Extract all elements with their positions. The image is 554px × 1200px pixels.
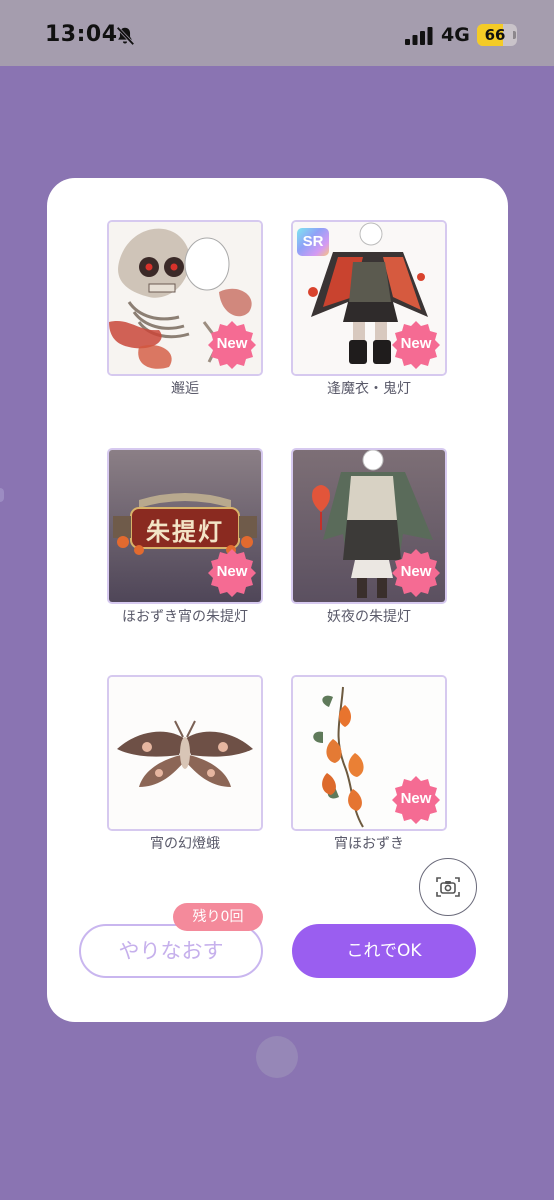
item-card[interactable]: SR New 逢魔衣・鬼灯 [291, 220, 447, 401]
new-badge: New [206, 547, 258, 599]
item-thumbnail: SR New [291, 220, 447, 376]
camera-capture-icon [436, 877, 460, 897]
battery-cap [513, 31, 516, 39]
retry-button[interactable]: やりなおす [79, 924, 263, 978]
item-card[interactable]: New 妖夜の朱提灯 [291, 448, 447, 629]
new-badge: New [390, 547, 442, 599]
cellular-signal-icon [405, 27, 433, 45]
network-type: 4G [441, 24, 470, 46]
item-label: 妖夜の朱提灯 [327, 609, 411, 625]
item-card[interactable]: New 宵ほおずき [291, 675, 447, 856]
new-badge-label: New [400, 563, 432, 580]
item-label: ほおずき宵の朱提灯 [122, 609, 248, 625]
new-badge-label: New [400, 335, 432, 352]
floating-home-button[interactable] [256, 1036, 298, 1078]
new-badge: New [206, 319, 258, 371]
item-thumbnail: New [107, 220, 263, 376]
status-bar: 13:04 4G 66 [0, 0, 554, 66]
item-thumbnail: 朱提灯 New [107, 448, 263, 604]
item-label: 宵ほおずき [334, 836, 404, 852]
item-label: 宵の幻燈蛾 [150, 836, 220, 852]
bell-slash-icon [116, 26, 135, 46]
remaining-count-badge: 残り0回 [173, 903, 263, 931]
lantern-sign-text: 朱提灯 [146, 517, 224, 546]
new-badge: New [390, 774, 442, 826]
new-badge-label: New [400, 790, 432, 807]
new-badge-label: New [216, 335, 248, 352]
moth-illustration [109, 677, 261, 829]
new-badge-label: New [216, 563, 248, 580]
item-card[interactable]: 朱提灯 New ほおずき宵の朱提灯 [107, 448, 263, 629]
confirm-button[interactable]: これでOK [292, 924, 476, 978]
item-card[interactable]: 宵の幻燈蛾 [107, 675, 263, 856]
status-time: 13:04 [45, 22, 118, 47]
item-thumbnail [107, 675, 263, 831]
battery-indicator: 66 [477, 24, 517, 46]
result-dialog: New 邂逅 SR New 逢魔衣・鬼灯 朱提灯 New ほおずき宵の朱提灯 N… [47, 178, 508, 1022]
item-thumbnail: New [291, 448, 447, 604]
item-card[interactable]: New 邂逅 [107, 220, 263, 401]
edge-handle [0, 488, 4, 502]
item-label: 逢魔衣・鬼灯 [327, 381, 411, 397]
item-label: 邂逅 [171, 381, 199, 397]
screenshot-button[interactable] [419, 858, 477, 916]
item-thumbnail: New [291, 675, 447, 831]
rarity-badge: SR [297, 228, 329, 256]
battery-level: 66 [484, 26, 506, 44]
new-badge: New [390, 319, 442, 371]
